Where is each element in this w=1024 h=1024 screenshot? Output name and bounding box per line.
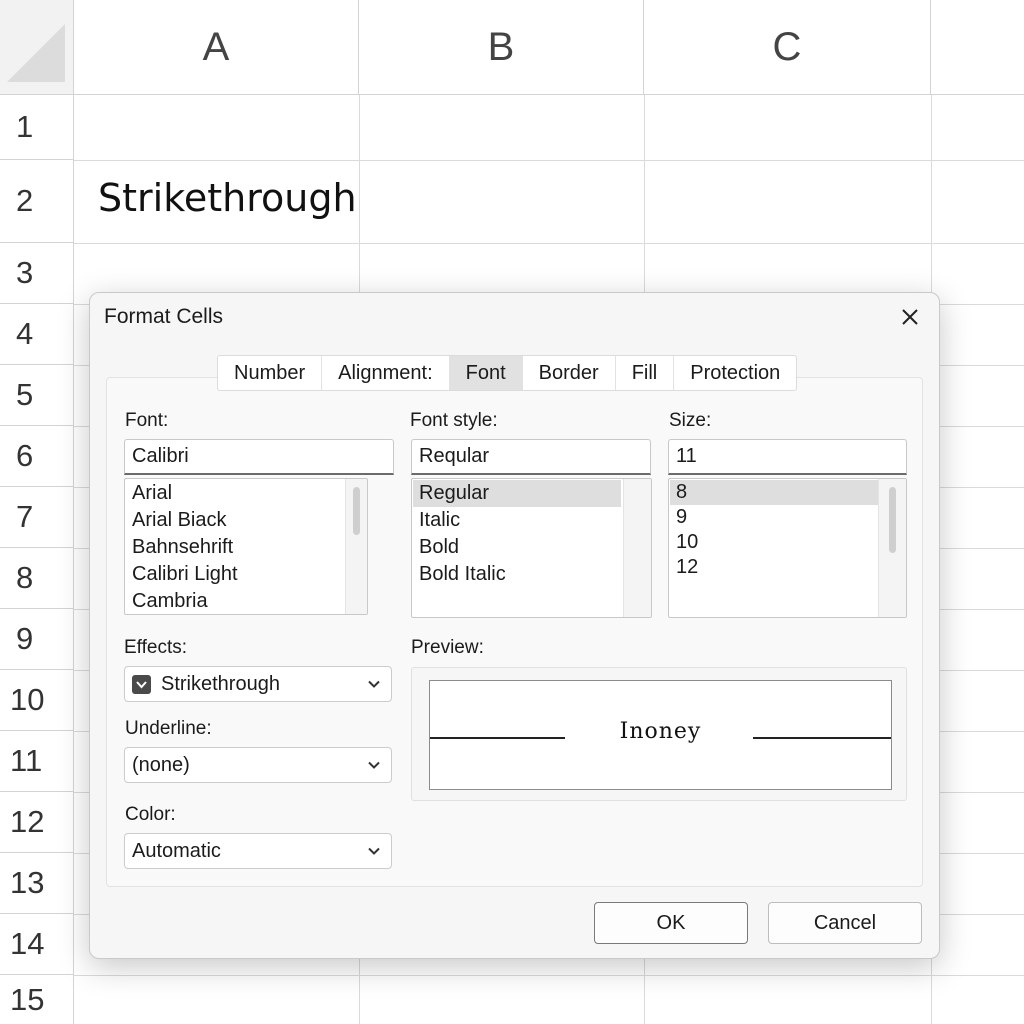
close-button[interactable] [896, 303, 924, 331]
color-dropdown[interactable]: Automatic [124, 833, 392, 869]
column-header-b[interactable]: B [359, 0, 644, 95]
row-header-14[interactable]: 14 [0, 914, 74, 975]
size-option-8[interactable]: 8 [670, 480, 878, 505]
preview-frame: Inoney [429, 680, 892, 790]
font-list[interactable]: Arial Arial Biack Bahnsehrift Calibri Li… [124, 478, 368, 615]
scroll-thumb[interactable] [889, 487, 896, 553]
font-style-option-bold[interactable]: Bold [413, 534, 621, 561]
row-header-9[interactable]: 9 [0, 609, 74, 670]
row-header-1[interactable]: 1 [0, 95, 74, 160]
font-style-list-scrollbar[interactable] [623, 479, 651, 617]
font-list-scrollbar[interactable] [345, 479, 367, 614]
font-option-arial-black[interactable]: Arial Biack [126, 507, 345, 534]
color-value: Automatic [132, 839, 221, 862]
grid-line [74, 975, 1024, 976]
select-all-corner[interactable] [0, 0, 74, 95]
row-header-10[interactable]: 10 [0, 670, 74, 731]
tab-alignment[interactable]: Alignment: [322, 356, 450, 390]
row-header-13[interactable]: 13 [0, 853, 74, 914]
font-style-list[interactable]: Regular Italic Bold Bold Italic [411, 478, 652, 618]
font-style-option-italic[interactable]: Italic [413, 507, 621, 534]
column-header-a[interactable]: A [74, 0, 359, 95]
cancel-button[interactable]: Cancel [768, 902, 922, 944]
column-header-d[interactable] [931, 0, 1024, 95]
underline-value: (none) [132, 753, 190, 776]
color-label: Color: [125, 804, 176, 825]
preview-area: Inoney [411, 667, 907, 801]
grid-line [74, 160, 1024, 161]
tab-font[interactable]: Font [449, 356, 523, 390]
size-input[interactable]: 11 [668, 439, 907, 475]
font-style-option-regular[interactable]: Regular [413, 480, 621, 507]
strikethrough-checkbox[interactable] [132, 674, 151, 694]
row-header-6[interactable]: 6 [0, 426, 74, 487]
effects-label: Effects: [124, 637, 188, 658]
font-label: Font: [125, 410, 169, 431]
size-option-12[interactable]: 12 [670, 555, 878, 580]
chevron-down-icon [368, 761, 380, 769]
effects-dropdown[interactable]: Strikethrough [124, 666, 392, 702]
size-list[interactable]: 8 9 10 12 [668, 478, 907, 618]
cell-a2[interactable]: Strikethrough [98, 176, 357, 220]
tab-number[interactable]: Number [218, 356, 323, 390]
size-list-scrollbar[interactable] [878, 479, 906, 617]
font-option-bahnschrift[interactable]: Bahnsehrift [126, 534, 345, 561]
preview-line-right [753, 737, 891, 739]
grid-line [74, 243, 1024, 244]
row-header-2[interactable]: 2 [0, 160, 74, 243]
ok-button[interactable]: OK [594, 902, 748, 944]
format-cells-dialog: Format Cells Font: Calibri Arial Arial B… [89, 292, 940, 959]
chevron-down-icon [368, 680, 380, 688]
effects-value: Strikethrough [161, 672, 280, 695]
font-input[interactable]: Calibri [124, 439, 394, 475]
column-header-c[interactable]: C [644, 0, 931, 95]
font-option-cambria[interactable]: Cambria [126, 588, 345, 614]
checkbox-checked-icon [136, 680, 147, 688]
chevron-down-icon [368, 847, 380, 855]
row-header-3[interactable]: 3 [0, 243, 74, 304]
size-option-9[interactable]: 9 [670, 505, 878, 530]
dialog-title: Format Cells [104, 305, 224, 328]
size-label: Size: [669, 410, 712, 431]
preview-text: Inoney [619, 719, 702, 744]
row-header-11[interactable]: 11 [0, 731, 74, 792]
close-icon [902, 309, 918, 325]
dialog-tabs: Number Alignment: Font Border Fill Prote… [217, 355, 798, 391]
underline-label: Underline: [125, 718, 212, 739]
tab-border[interactable]: Border [523, 356, 616, 390]
tab-fill[interactable]: Fill [616, 356, 675, 390]
font-style-option-bold-italic[interactable]: Bold Italic [413, 561, 621, 588]
font-option-calibri-light[interactable]: Calibri Light [126, 561, 345, 588]
font-style-input[interactable]: Reqular [411, 439, 651, 475]
underline-dropdown[interactable]: (none) [124, 747, 392, 783]
row-header-4[interactable]: 4 [0, 304, 74, 365]
row-header-5[interactable]: 5 [0, 365, 74, 426]
font-tab-panel: Font: Calibri Arial Arial Biack Bahnsehr… [106, 377, 923, 887]
size-option-10[interactable]: 10 [670, 530, 878, 555]
row-header-8[interactable]: 8 [0, 548, 74, 609]
row-header-12[interactable]: 12 [0, 792, 74, 853]
preview-label: Preview: [411, 637, 484, 658]
select-all-triangle-icon [7, 24, 65, 82]
font-option-arial[interactable]: Arial [126, 480, 345, 507]
scroll-thumb[interactable] [353, 487, 360, 535]
row-header-7[interactable]: 7 [0, 487, 74, 548]
tab-protection[interactable]: Protection [674, 356, 796, 390]
font-style-label: Font style: [410, 410, 498, 431]
row-header-15[interactable]: 15 [0, 975, 74, 1024]
